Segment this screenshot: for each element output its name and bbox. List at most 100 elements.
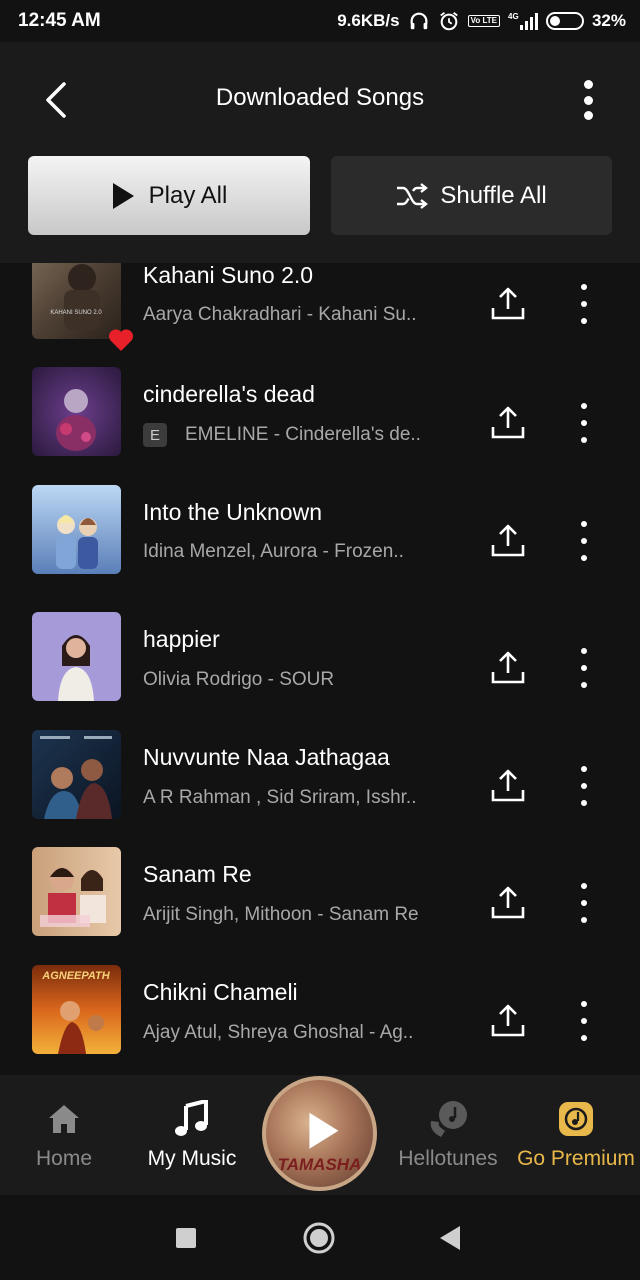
song-more-button[interactable] — [572, 284, 596, 324]
now-playing-button[interactable]: TAMASHA — [262, 1076, 377, 1191]
more-vertical-icon — [581, 766, 587, 772]
album-art: AGNEEPATH — [32, 965, 121, 1054]
song-title: Sanam Re — [143, 861, 252, 887]
share-button[interactable] — [488, 648, 528, 688]
share-icon — [491, 769, 525, 802]
song-subtitle: Arijit Singh, Mithoon - Sanam Re — [143, 904, 419, 925]
song-more-button[interactable] — [572, 403, 596, 443]
battery-icon — [545, 12, 584, 30]
more-vertical-icon — [581, 284, 587, 290]
nav-item-home[interactable]: Home — [14, 1075, 114, 1195]
song-subtitle: Idina Menzel, Aurora - Frozen.. — [143, 541, 404, 562]
headphones-icon — [408, 10, 430, 32]
share-button[interactable] — [488, 521, 528, 561]
song-list: KAHANI SUNO 2.0 Kahani Suno 2.0 Aarya Ch… — [0, 263, 640, 1075]
volte-icon: Vo LTE — [467, 15, 500, 27]
share-icon — [491, 406, 525, 439]
more-vertical-icon — [581, 883, 587, 889]
nav-item-hellotunes[interactable]: Hellotunes — [392, 1075, 504, 1195]
album-art — [32, 612, 121, 701]
song-item[interactable]: happier Olivia Rodrigo - SOUR — [0, 612, 640, 712]
nav-item-go-premium[interactable]: Go Premium — [514, 1075, 638, 1195]
song-item[interactable]: cinderella's dead E EMELINE - Cinderella… — [0, 367, 640, 467]
song-item[interactable]: KAHANI SUNO 2.0 Kahani Suno 2.0 Aarya Ch… — [0, 263, 640, 351]
square-icon — [176, 1228, 196, 1248]
circle-icon — [303, 1222, 335, 1254]
liked-heart-icon — [108, 329, 134, 351]
nav-item-my-music[interactable]: My Music — [136, 1075, 248, 1195]
share-button[interactable] — [488, 883, 528, 923]
alarm-icon — [438, 10, 460, 32]
song-subtitle: Olivia Rodrigo - SOUR — [143, 669, 335, 690]
song-more-button[interactable] — [572, 766, 596, 806]
hellotunes-icon — [427, 1099, 469, 1139]
album-art — [32, 847, 121, 936]
play-all-button[interactable]: Play All — [28, 156, 310, 235]
song-title: Into the Unknown — [143, 499, 323, 525]
share-button[interactable] — [488, 403, 528, 443]
share-button[interactable] — [488, 1001, 528, 1041]
song-title: happier — [143, 626, 220, 652]
more-vertical-icon — [583, 80, 593, 89]
song-more-button[interactable] — [572, 521, 596, 561]
status-bar: 12:45 AM 9.6KB/s Vo LTE 4G 32% — [0, 0, 640, 42]
battery-fill — [549, 16, 560, 26]
song-title: cinderella's dead — [143, 381, 315, 407]
song-item[interactable]: Into the Unknown Idina Menzel, Aurora - … — [0, 485, 640, 585]
song-title: Nuvvunte Naa Jathagaa — [143, 744, 390, 770]
song-subtitle: EMELINE - Cinderella's de.. — [185, 424, 421, 445]
share-button[interactable] — [488, 284, 528, 324]
home-system-button[interactable] — [303, 1222, 335, 1254]
song-subtitle: Aarya Chakradhari - Kahani Su.. — [143, 304, 417, 325]
app-header: Downloaded Songs Play All Shuffle All — [0, 42, 640, 263]
network-type-label: 4G — [508, 12, 519, 21]
song-more-button[interactable] — [572, 883, 596, 923]
shuffle-icon — [397, 182, 429, 209]
song-item[interactable]: Nuvvunte Naa Jathagaa A R Rahman , Sid S… — [0, 730, 640, 830]
premium-icon — [557, 1099, 595, 1139]
share-icon — [491, 287, 525, 320]
album-art-caption: AGNEEPATH — [41, 970, 110, 982]
share-icon — [491, 524, 525, 557]
play-all-label: Play All — [148, 181, 228, 209]
share-icon — [491, 886, 525, 919]
network-speed: 9.6KB/s — [337, 11, 400, 30]
nav-label: Home — [35, 1147, 93, 1170]
song-more-button[interactable] — [572, 1001, 596, 1041]
song-subtitle: A R Rahman , Sid Sriram, Isshr.. — [143, 787, 417, 808]
explicit-badge: E — [143, 423, 167, 447]
album-art — [32, 367, 121, 456]
recents-button[interactable] — [170, 1222, 202, 1254]
album-art — [32, 730, 121, 819]
now-playing-art-text: TAMASHA — [277, 1155, 362, 1174]
nav-label: Hellotunes — [398, 1147, 498, 1170]
more-vertical-icon — [581, 1001, 587, 1007]
song-item[interactable]: Sanam Re Arijit Singh, Mithoon - Sanam R… — [0, 847, 640, 947]
battery-percent: 32% — [591, 11, 626, 30]
shuffle-all-button[interactable]: Shuffle All — [331, 156, 612, 235]
more-vertical-icon — [581, 521, 587, 527]
song-title: Kahani Suno 2.0 — [143, 263, 314, 288]
more-vertical-icon — [581, 648, 587, 654]
home-icon — [47, 1099, 81, 1139]
song-more-button[interactable] — [572, 648, 596, 688]
album-art — [32, 485, 121, 574]
song-title: Chikni Chameli — [143, 979, 298, 1005]
share-button[interactable] — [488, 766, 528, 806]
play-icon — [308, 1112, 338, 1149]
more-options-button[interactable] — [576, 80, 600, 120]
back-system-button[interactable] — [434, 1222, 466, 1254]
shuffle-all-label: Shuffle All — [440, 181, 547, 209]
triangle-back-icon — [440, 1226, 460, 1250]
share-icon — [491, 1004, 525, 1037]
song-subtitle: Ajay Atul, Shreya Ghoshal - Ag.. — [143, 1022, 414, 1043]
system-nav-bar — [0, 1195, 640, 1280]
page-title: Downloaded Songs — [215, 84, 425, 111]
song-item[interactable]: AGNEEPATH Chikni Chameli Ajay Atul, Shre… — [0, 965, 640, 1065]
nav-label: My Music — [147, 1147, 237, 1170]
signal-icon: 4G — [508, 11, 538, 31]
status-icons: 9.6KB/s Vo LTE 4G 32% — [337, 10, 626, 32]
music-note-icon — [174, 1099, 210, 1139]
nav-label: Go Premium — [517, 1147, 635, 1170]
status-time: 12:45 AM — [18, 10, 101, 31]
